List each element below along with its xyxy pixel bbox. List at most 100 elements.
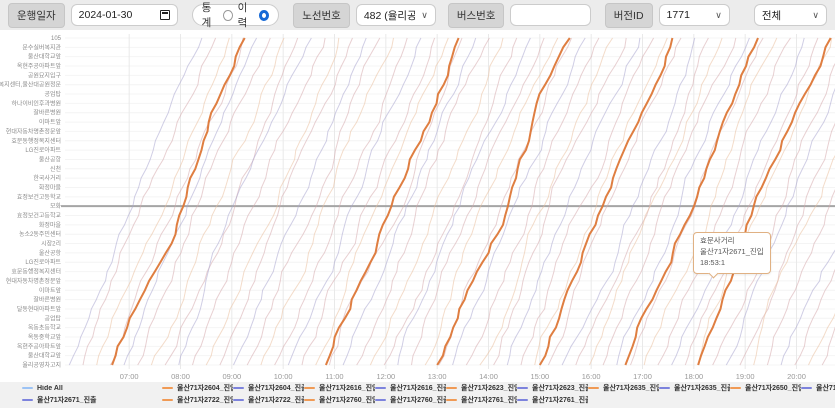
legend-dash-icon [162,387,173,389]
legend-item[interactable]: 울산71자2635_진출 [659,383,730,393]
tooltip-vehicle: 울산71자2671_진입 [700,247,764,258]
trip-line [69,38,202,365]
legend-item[interactable]: 울산71자2761_진입 [446,395,517,405]
legend-item[interactable]: 울산71자2623_진입 [446,383,517,393]
legend-dash-icon [588,387,599,389]
x-tick-label: 09:00 [222,372,241,381]
legend-item[interactable]: 울산71자2604_진출 [233,383,304,393]
station-label: 달동현대아파트앞 [17,305,62,313]
trip-line [713,38,835,365]
station-label: 공업탑 [44,314,61,322]
trip-line [193,38,326,365]
x-tick-label: 15:00 [530,372,549,381]
legend-item[interactable]: 울산71자2760_진출 [375,395,446,405]
station-label: 옥현주공아파트앞 [17,62,62,70]
x-tick-label: 16:00 [582,372,601,381]
station-label: 모화 [50,203,62,210]
legend-dash-icon [162,399,173,401]
radio-stats[interactable] [223,10,233,21]
trip-line [754,38,835,365]
legend-label: 울산71자2722_진입 [177,395,233,405]
x-tick-label: 08:00 [171,372,190,381]
legend-item[interactable]: 울산71자2604_진입 [162,383,233,393]
x-tick-label: 17:00 [633,372,652,381]
station-label: 현대자동차명촌정문앞 [6,127,62,135]
legend-item[interactable]: 울산71자2760_진입 [304,395,375,405]
date-input[interactable]: 2024-01-30 [71,4,178,26]
station-label: 옥현주공아파트앞 [17,342,62,350]
route-select[interactable]: 482 (율리공영차고 ∨ [356,4,436,26]
station-label: 울산공항 [39,249,62,257]
calendar-icon[interactable] [160,10,170,20]
radio-label-history: 이력 [238,0,254,30]
legend-label: 울산71자2650_진출 [816,383,835,393]
legend-item[interactable]: 울산71자2635_진입 [588,383,659,393]
legend-label: 울산71자2760_진출 [390,395,446,405]
hover-tooltip: 효문사거리 울산71자2671_진입 18:53:1 [693,232,771,274]
trip-line [822,38,835,365]
legend-item[interactable]: 울산71자2650_진출 [801,383,835,393]
diagram-svg: 07:0008:0009:0010:0011:0012:0013:0014:00… [0,30,835,382]
chevron-down-icon: ∨ [812,10,819,21]
tooltip-station: 효문사거리 [700,236,764,247]
legend-item-hide-all[interactable]: Hide All [22,385,162,392]
legend-item[interactable]: 울산71자2616_진입 [304,383,375,393]
station-label: 효문동행정복지센터 [11,137,61,145]
station-label: 하나이비인후과병원 [11,99,61,107]
legend-label: 울산71자2604_진입 [177,383,233,393]
trip-line [535,38,668,365]
legend-item[interactable]: 울산71자2671_진출 [22,395,162,405]
chevron-down-icon: ∨ [421,10,428,21]
trip-line [699,38,832,365]
trip-line [384,38,517,365]
station-label: 율리공영차고지 [22,361,61,369]
legend-dash-icon [446,387,457,389]
legend-label: 울산71자2722_진출 [248,395,304,405]
date-label: 운행일자 [8,3,65,28]
toolbar: 운행일자 2024-01-30 통계 이력 노선번호 482 (율리공영차고 ∨… [0,0,835,30]
trip-line [685,38,818,365]
legend-dash-icon [801,387,812,389]
station-label: 울산공항 [39,155,62,163]
legend-dash-icon [517,399,528,401]
station-label: 옥동행정복지센터,울산대공원정문 [0,81,61,89]
chevron-down-icon: ∨ [715,10,722,21]
legend-dash-icon [659,387,670,389]
scope-value: 전체 [762,8,781,23]
x-tick-label: 18:00 [684,372,703,381]
station-label: 옥동초등학교 [28,324,62,332]
legend-label: 울산71자2650_진입 [745,383,801,393]
legend-item[interactable]: 울산71자2616_진출 [375,383,446,393]
trip-line [124,38,257,365]
legend-label: 울산71자2760_진입 [319,395,375,405]
x-tick-label: 13:00 [428,372,447,381]
bus-number-input[interactable] [510,4,590,26]
legend-item[interactable]: 울산71자2623_진출 [517,383,588,393]
trip-line [480,38,613,365]
x-tick-label: 19:00 [736,372,755,381]
train-diagram-chart[interactable]: 07:0008:0009:0010:0011:0012:0013:0014:00… [0,30,835,382]
legend-dash-icon [304,387,315,389]
trip-line [412,38,545,365]
station-label: LG진로아파트 [25,258,61,266]
radio-history[interactable] [259,10,269,21]
legend-item[interactable]: 울산71자2722_진입 [162,395,233,405]
station-label: 공업탑 [44,90,61,98]
trip-line [343,38,476,365]
trip-line [247,38,380,365]
station-label: 한국사거리 [33,174,61,182]
radio-label-stats: 통계 [202,0,218,30]
legend-label: 울산71자2635_진입 [603,383,659,393]
trip-line [275,38,408,365]
bus-number-label: 버스번호 [448,3,505,28]
legend-item[interactable]: 울산71자2761_진출 [517,395,588,405]
station-label: 옥동중학교앞 [28,333,62,341]
version-select[interactable]: 1771 ∨ [659,4,730,26]
legend-item[interactable]: 울산71자2650_진입 [730,383,801,393]
legend-label: 울산71자2635_진출 [674,383,730,393]
legend-item[interactable]: 울산71자2722_진출 [233,395,304,405]
scope-select[interactable]: 전체 ∨ [754,4,827,26]
trip-line [603,38,736,365]
trip-line [507,38,640,365]
station-label: 이마트앞 [39,286,62,294]
